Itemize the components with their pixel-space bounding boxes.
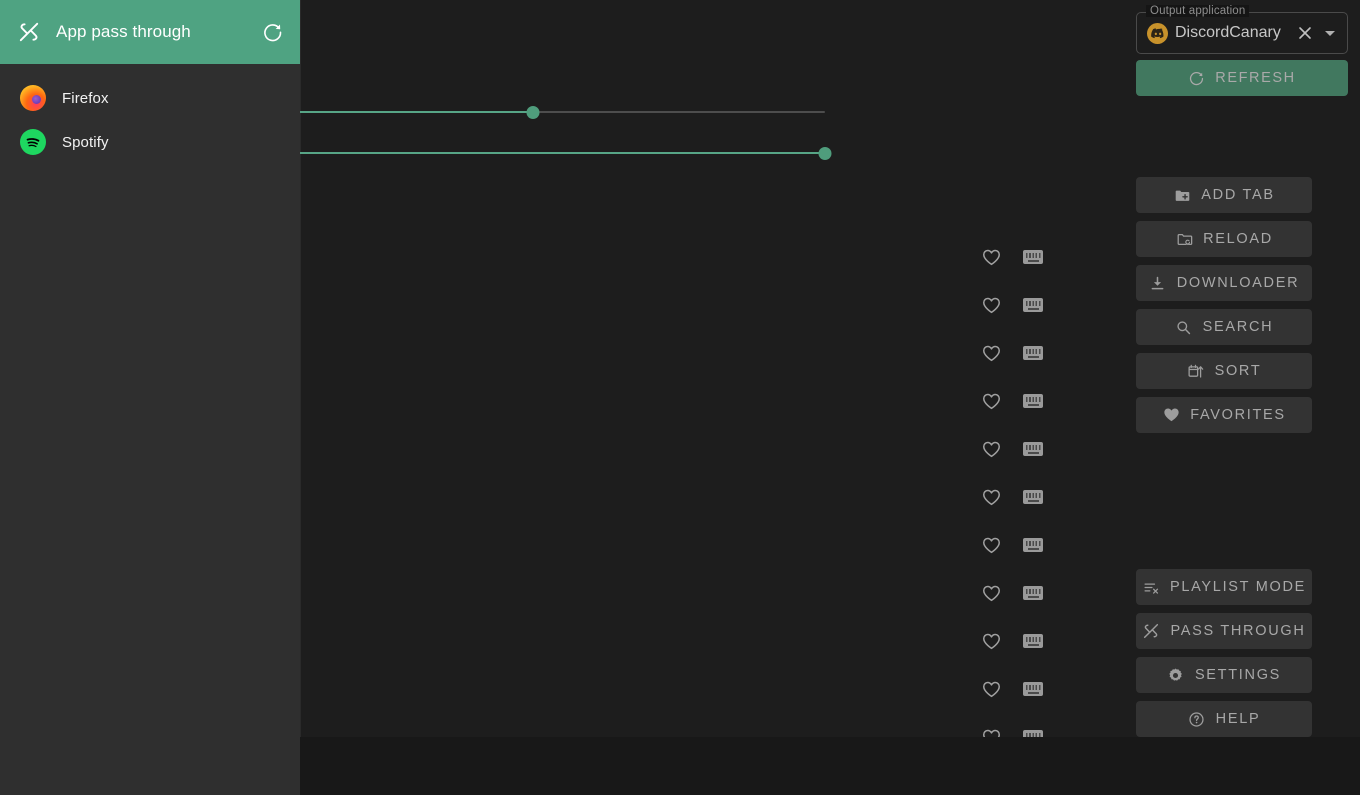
output-application-label: Output application — [1146, 5, 1250, 17]
heart-outline-icon[interactable] — [979, 725, 1003, 737]
downloader-button[interactable]: Downloader — [1136, 265, 1312, 301]
gear-icon — [1167, 666, 1185, 684]
pass-through-app-list: Firefox Spotify — [0, 64, 300, 164]
pass-through-button[interactable]: Pass through — [1136, 613, 1312, 649]
keyboard-icon[interactable] — [1021, 437, 1045, 461]
settings-button[interactable]: Settings — [1136, 657, 1312, 693]
heart-outline-icon[interactable] — [979, 293, 1003, 317]
keyboard-icon[interactable] — [1021, 629, 1045, 653]
right-rail: Output application DiscordCanary REFRESH… — [1136, 0, 1348, 737]
pass-through-panel: App pass through Firefox Spotify — [0, 0, 300, 795]
search-button[interactable]: Search — [1136, 309, 1312, 345]
sort-button[interactable]: Sort — [1136, 353, 1312, 389]
sort-calendar-icon — [1187, 362, 1205, 380]
folder-refresh-icon — [1175, 230, 1193, 248]
heart-outline-icon[interactable] — [979, 485, 1003, 509]
bottom-strip — [300, 737, 1360, 795]
download-icon — [1149, 274, 1167, 292]
keyboard-icon[interactable] — [1021, 485, 1045, 509]
keyboard-icon[interactable] — [1021, 293, 1045, 317]
heart-outline-icon[interactable] — [979, 437, 1003, 461]
close-icon[interactable] — [1296, 24, 1314, 42]
keyboard-icon[interactable] — [1021, 581, 1045, 605]
app-root: me Tab 4 Tab 5 — [0, 0, 1360, 795]
output-application-select[interactable]: Output application DiscordCanary — [1136, 5, 1348, 54]
firefox-icon — [20, 85, 46, 111]
heart-outline-icon[interactable] — [979, 677, 1003, 701]
heart-outline-icon[interactable] — [979, 629, 1003, 653]
heart-outline-icon[interactable] — [979, 389, 1003, 413]
spotify-icon — [20, 129, 46, 155]
output-application-value: DiscordCanary — [1175, 24, 1281, 41]
pass-through-app-spotify[interactable]: Spotify — [0, 120, 300, 164]
playlist-mode-button[interactable]: Playlist mode — [1136, 569, 1312, 605]
pass-through-header: App pass through — [0, 0, 300, 64]
refresh-icon[interactable] — [260, 19, 286, 45]
search-label: Search — [1202, 319, 1274, 335]
chevron-down-icon[interactable] — [1321, 24, 1339, 42]
keyboard-icon[interactable] — [1021, 677, 1045, 701]
settings-label: Settings — [1194, 667, 1282, 683]
pass-through-app-label: Firefox — [62, 89, 109, 107]
folder-plus-icon — [1173, 186, 1191, 204]
add-tab-label: Add tab — [1201, 187, 1275, 203]
pass-through-app-firefox[interactable]: Firefox — [0, 76, 300, 120]
heart-outline-icon[interactable] — [979, 245, 1003, 269]
search-icon — [1175, 318, 1193, 336]
keyboard-icon[interactable] — [1021, 341, 1045, 365]
downloader-label: Downloader — [1176, 275, 1300, 291]
heart-outline-icon[interactable] — [979, 581, 1003, 605]
favorites-button[interactable]: Favorites — [1136, 397, 1312, 433]
reload-button[interactable]: Reload — [1136, 221, 1312, 257]
pass-through-title: App pass through — [56, 22, 191, 41]
add-tab-button[interactable]: Add tab — [1136, 177, 1312, 213]
layers-slash-icon — [16, 19, 42, 45]
favorites-label: Favorites — [1190, 407, 1286, 423]
playlist-mode-label: Playlist mode — [1170, 579, 1306, 595]
heart-outline-icon[interactable] — [979, 533, 1003, 557]
reload-label: Reload — [1203, 231, 1273, 247]
progress-slider[interactable] — [240, 102, 825, 122]
heart-filled-icon — [1162, 406, 1180, 424]
refresh-button[interactable]: Refresh — [1136, 60, 1348, 96]
refresh-icon — [1188, 70, 1205, 87]
volume-slider[interactable] — [240, 143, 832, 163]
help-label: Help — [1215, 711, 1261, 727]
volume-slider-fill — [240, 152, 825, 154]
refresh-button-label: Refresh — [1215, 70, 1296, 86]
playlist-x-icon — [1142, 578, 1160, 596]
help-button[interactable]: Help — [1136, 701, 1312, 737]
layers-slash-icon — [1142, 622, 1160, 640]
volume-slider-thumb[interactable] — [818, 146, 832, 160]
keyboard-icon[interactable] — [1021, 725, 1045, 737]
keyboard-icon[interactable] — [1021, 245, 1045, 269]
pass-through-app-label: Spotify — [62, 133, 109, 151]
help-circle-icon — [1188, 710, 1206, 728]
pass-through-label: Pass through — [1170, 623, 1306, 639]
discord-icon — [1147, 22, 1168, 44]
keyboard-icon[interactable] — [1021, 533, 1045, 557]
heart-outline-icon[interactable] — [979, 341, 1003, 365]
keyboard-icon[interactable] — [1021, 389, 1045, 413]
sort-label: Sort — [1214, 363, 1262, 379]
progress-slider-thumb[interactable] — [526, 105, 539, 119]
